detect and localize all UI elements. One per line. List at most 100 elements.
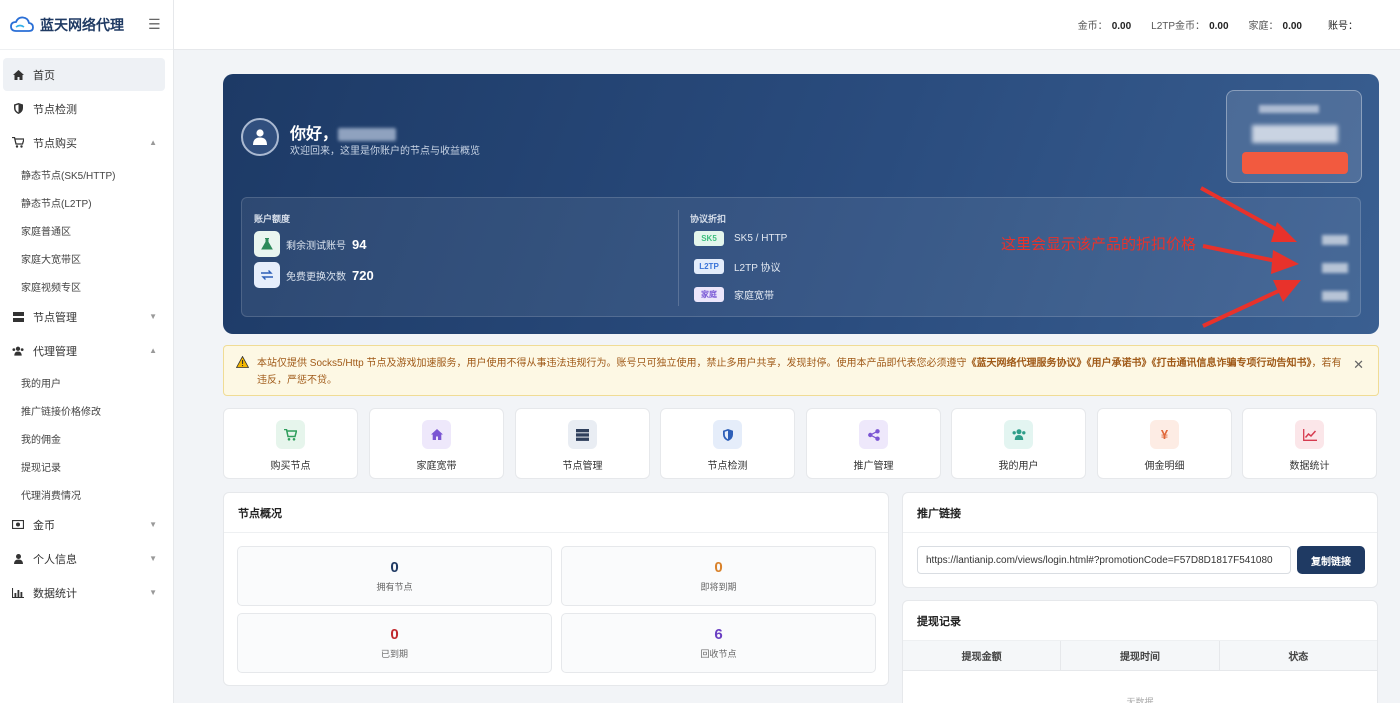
- column-header: 提现时间: [1061, 641, 1220, 670]
- chevron-up-icon: ▲: [149, 346, 157, 355]
- chevron-down-icon: ▼: [149, 312, 157, 321]
- quota-free-changes: 免费更换次数 720: [254, 262, 374, 288]
- protocol-tag: L2TP: [694, 259, 724, 274]
- users-icon: [1004, 420, 1033, 449]
- copy-link-button[interactable]: 复制链接: [1297, 546, 1365, 574]
- l2tp-coins-balance: L2TP金币： 0.00: [1151, 21, 1229, 32]
- share-icon: [859, 420, 888, 449]
- card-title: 提现记录: [903, 601, 1377, 641]
- sidebar-item-home[interactable]: 首页: [3, 58, 165, 91]
- brand-bar: 蓝天网络代理 ☰: [0, 0, 173, 50]
- user-pledge-link[interactable]: 《用户承诺书》: [1086, 358, 1151, 369]
- quick-action-statistics[interactable]: 数据统计: [1242, 408, 1377, 479]
- sidebar-item-node-manage[interactable]: 节点管理 ▼: [3, 300, 165, 333]
- withdraw-records-card: 提现记录 提现金额 提现时间 状态 无数据: [902, 600, 1378, 703]
- protocol-row-sk5: SK5 SK5 / HTTP: [694, 231, 787, 246]
- quick-action-node-manage[interactable]: 节点管理: [515, 408, 650, 479]
- shield-icon: [12, 103, 24, 115]
- user-icon: [12, 553, 24, 565]
- quota-test-accounts: 剩余测试账号 94: [254, 231, 366, 257]
- cloud-logo-icon: [10, 16, 34, 32]
- brand-name: 蓝天网络代理: [40, 16, 124, 33]
- protocol-discount-title: 协议折扣: [690, 214, 727, 224]
- welcome-text: 欢迎回来，这里是你账户的节点与收益概览: [290, 146, 480, 157]
- protocol-tag: 家庭: [694, 287, 724, 302]
- anti-fraud-notice-link[interactable]: 《打击通讯信息诈骗专项行动告知书》: [1151, 358, 1311, 369]
- sidebar-item-node-purchase[interactable]: 节点购买 ▲: [3, 126, 165, 159]
- username-blurred: [338, 128, 397, 142]
- promo-link-input[interactable]: https://lantianip.com/views/login.html#?…: [917, 546, 1291, 574]
- sidebar-subitem[interactable]: 我的用户: [0, 368, 173, 396]
- promo-card-blurred: [1226, 90, 1362, 183]
- protocol-tag: SK5: [694, 231, 724, 246]
- protocol-row-l2tp: L2TP L2TP 协议: [694, 259, 781, 274]
- home-balance: 家庭： 0.00: [1248, 21, 1302, 32]
- welcome-hero: 你好， 欢迎回来，这里是你账户的节点与收益概览 账户额度 剩余测试账号 94 免…: [223, 74, 1379, 334]
- sidebar-item-agent-manage[interactable]: 代理管理 ▲: [3, 334, 165, 367]
- warning-icon: [235, 355, 250, 374]
- coins-balance: 金币： 0.00: [1077, 21, 1132, 32]
- promo-action-button[interactable]: [1242, 152, 1348, 174]
- sidebar-subitem[interactable]: 家庭视频专区: [0, 272, 173, 300]
- quota-title: 账户额度: [254, 214, 291, 224]
- card-title: 推广链接: [903, 493, 1377, 533]
- flask-icon: [254, 231, 280, 257]
- server-icon: [12, 311, 24, 323]
- menu-toggle-icon[interactable]: ☰: [148, 16, 161, 33]
- column-header: 状态: [1288, 652, 1309, 663]
- avatar: [241, 118, 279, 156]
- money-icon: [12, 519, 24, 531]
- stat-owned-nodes: 0 拥有节点: [237, 546, 552, 606]
- cart-icon: [276, 420, 305, 449]
- sidebar-subitem[interactable]: 静态节点(SK5/HTTP): [0, 160, 173, 188]
- chevron-down-icon: ▼: [149, 588, 157, 597]
- swap-icon: [254, 262, 280, 288]
- quick-action-home-broadband[interactable]: 家庭宽带: [369, 408, 504, 479]
- sidebar-subitem[interactable]: 静态节点(L2TP): [0, 188, 173, 216]
- discount-price-blurred: [1322, 263, 1348, 273]
- sidebar: 蓝天网络代理 ☰ 首页 节点检测 节点购买 ▲ 静态节点(SK5/HTTP) 静…: [0, 0, 174, 703]
- sidebar-subitem[interactable]: 家庭大宽带区: [0, 244, 173, 272]
- sidebar-item-statistics[interactable]: 数据统计 ▼: [3, 576, 165, 609]
- home-icon: [12, 69, 24, 81]
- line-chart-icon: [1295, 420, 1324, 449]
- sidebar-subitem[interactable]: 家庭普通区: [0, 216, 173, 244]
- discount-price-blurred: [1322, 235, 1348, 245]
- sidebar-item-coins[interactable]: 金币 ▼: [3, 508, 165, 541]
- cart-icon: [12, 137, 24, 149]
- quick-action-promo-manage[interactable]: 推广管理: [806, 408, 941, 479]
- quick-action-commission[interactable]: ¥ 佣金明细: [1097, 408, 1232, 479]
- home-icon: [422, 420, 451, 449]
- chevron-up-icon: ▲: [149, 138, 157, 147]
- quick-action-buy-nodes[interactable]: 购买节点: [223, 408, 358, 479]
- notice-banner: 本站仅提供 Socks5/Http 节点及游戏加速服务，用户使用不得从事违法违规…: [223, 345, 1379, 396]
- stat-expired: 0 已到期: [237, 613, 552, 673]
- server-icon: [568, 420, 597, 449]
- sidebar-subitem[interactable]: 推广链接价格修改: [0, 396, 173, 424]
- discount-price-blurred: [1322, 291, 1348, 301]
- quick-action-node-check[interactable]: 节点检测: [660, 408, 795, 479]
- node-overview-card: 节点概况 0 拥有节点 0 即将到期 0 已到期 6 回收节点: [223, 492, 889, 686]
- topbar: 金币： 0.00 L2TP金币： 0.00 家庭： 0.00 账号：: [174, 0, 1400, 50]
- sidebar-item-node-check[interactable]: 节点检测: [3, 92, 165, 125]
- stat-expiring-soon: 0 即将到期: [561, 546, 876, 606]
- table-header: 提现金额 提现时间 状态: [903, 641, 1377, 671]
- shield-icon: [713, 420, 742, 449]
- bar-chart-icon: [12, 587, 24, 599]
- yen-icon: ¥: [1150, 420, 1179, 449]
- service-agreement-link[interactable]: 《蓝天网络代理服务协议》: [966, 358, 1086, 369]
- annotation-arrows: [1200, 186, 1301, 328]
- sidebar-item-profile[interactable]: 个人信息 ▼: [3, 542, 165, 575]
- sidebar-nav: 首页 节点检测 节点购买 ▲ 静态节点(SK5/HTTP) 静态节点(L2TP)…: [0, 50, 173, 609]
- users-icon: [12, 345, 24, 357]
- sidebar-subitem[interactable]: 我的佣金: [0, 424, 173, 452]
- empty-state: 无数据: [1126, 697, 1154, 703]
- close-icon[interactable]: ✕: [1353, 356, 1364, 373]
- annotation-text: 这里会显示该产品的折扣价格: [1001, 236, 1197, 253]
- protocol-row-home: 家庭 家庭宽带: [694, 287, 774, 302]
- card-title: 节点概况: [224, 493, 888, 533]
- promo-link-card: 推广链接 https://lantianip.com/views/login.h…: [902, 492, 1378, 588]
- sidebar-subitem[interactable]: 代理消费情况: [0, 480, 173, 508]
- sidebar-subitem[interactable]: 提现记录: [0, 452, 173, 480]
- quick-action-my-users[interactable]: 我的用户: [951, 408, 1086, 479]
